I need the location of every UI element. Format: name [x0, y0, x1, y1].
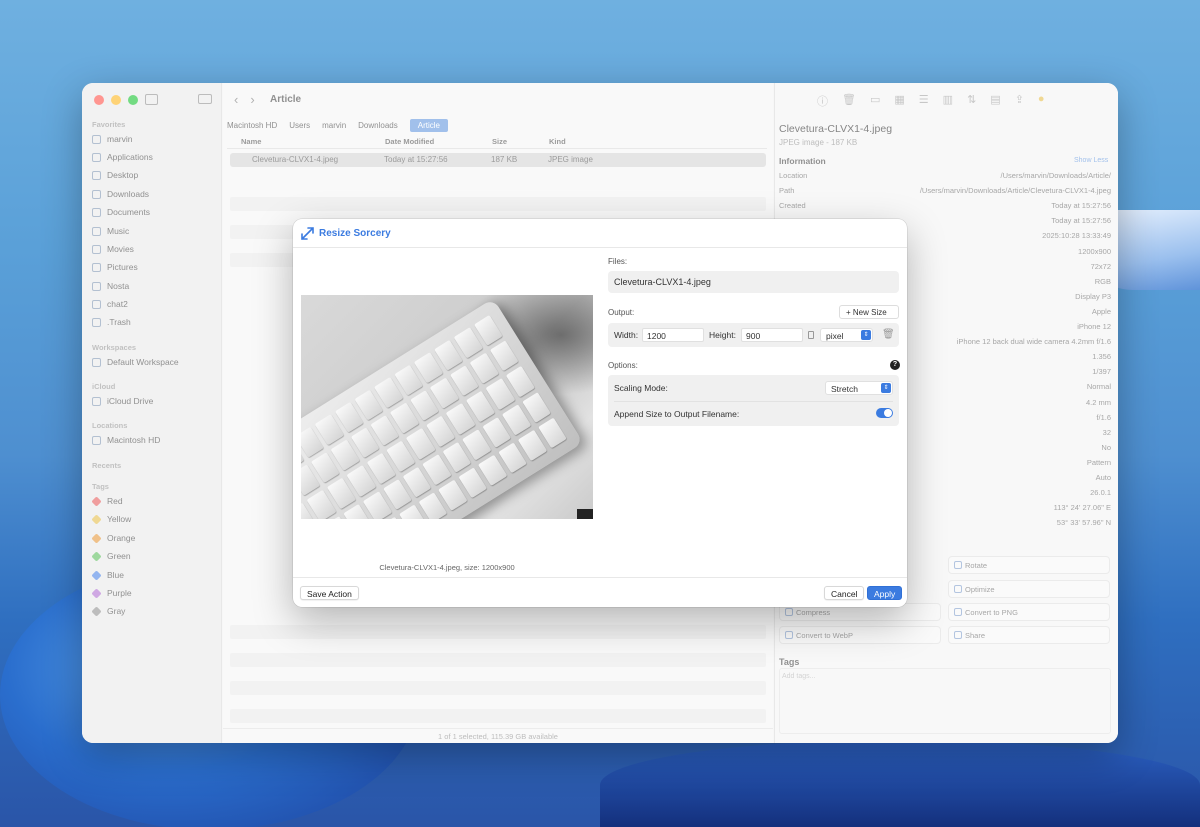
- output-row: Width: 1200 Height: 900 pixel ⇕ 🗑: [608, 323, 899, 347]
- wallpaper-shape: [600, 740, 1200, 827]
- resize-arrows-icon: [301, 227, 314, 240]
- cancel-button[interactable]: Cancel: [824, 586, 865, 600]
- unit-select[interactable]: pixel ⇕: [820, 328, 873, 342]
- preview-caption: Clevetura-CLVX1-4.jpeg, size: 1200x900: [379, 563, 515, 572]
- files-field[interactable]: Clevetura-CLVX1-4.jpeg: [608, 271, 899, 293]
- divider: [614, 401, 893, 402]
- preview-corner: [577, 509, 593, 519]
- apply-button[interactable]: Apply: [867, 586, 903, 600]
- width-label: Width:: [614, 330, 639, 340]
- append-size-label: Append Size to Output Filename:: [614, 409, 740, 419]
- plus-icon: +: [846, 308, 853, 317]
- output-label: Output:: [608, 308, 635, 317]
- options-label: Options:: [608, 361, 638, 370]
- dialog-footer: Save Action Cancel Apply: [293, 577, 907, 607]
- save-action-button[interactable]: Save Action: [300, 586, 359, 600]
- dialog-header: Resize Sorcery: [293, 219, 907, 248]
- scaling-mode-select[interactable]: Stretch ⇕: [825, 381, 893, 395]
- append-size-toggle[interactable]: [876, 408, 893, 418]
- scaling-mode-label: Scaling Mode:: [614, 383, 668, 393]
- delete-size-icon[interactable]: 🗑: [882, 329, 895, 340]
- image-preview: [301, 295, 593, 519]
- new-size-button[interactable]: + New Size: [839, 305, 899, 319]
- chevron-updown-icon: ⇕: [861, 330, 871, 340]
- help-icon[interactable]: ?: [890, 360, 900, 370]
- options-box: Scaling Mode: Stretch ⇕ Append Size to Ou…: [608, 375, 899, 426]
- height-label: Height:: [709, 330, 736, 340]
- dialog-title: Resize Sorcery: [319, 228, 391, 239]
- lock-icon[interactable]: [808, 331, 814, 339]
- height-input[interactable]: 900: [741, 328, 803, 342]
- chevron-updown-icon: ⇕: [881, 383, 891, 393]
- files-label: Files:: [608, 257, 628, 266]
- width-input[interactable]: 1200: [642, 328, 704, 342]
- resize-dialog: Resize Sorcery Clevetura-CLVX1-4.jpeg, s…: [293, 219, 907, 607]
